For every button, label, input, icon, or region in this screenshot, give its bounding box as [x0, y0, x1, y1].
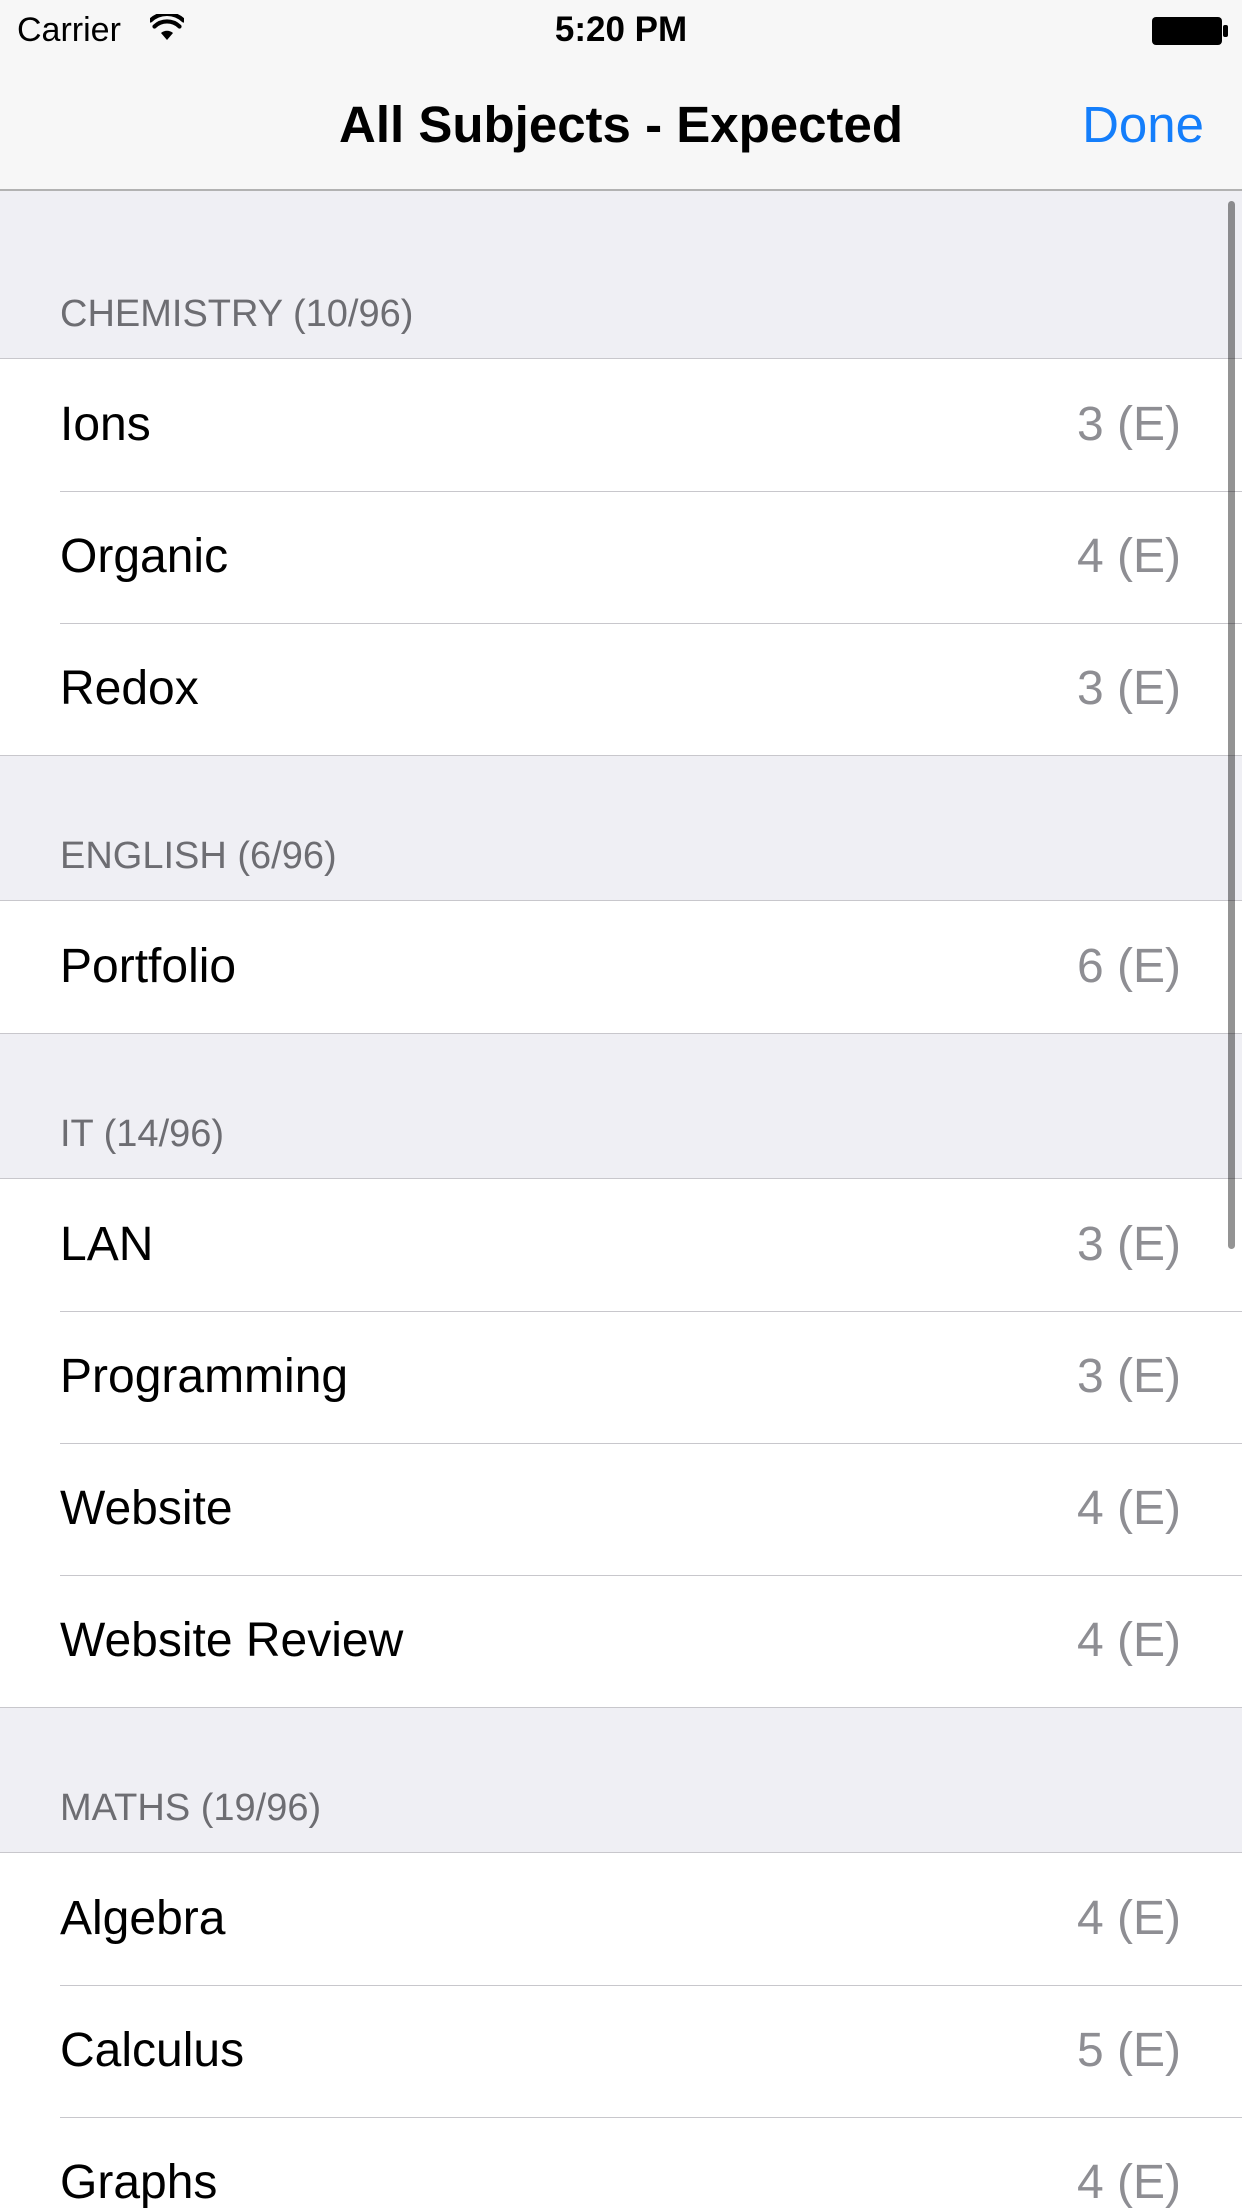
row-title: LAN [60, 1218, 154, 1271]
page-title: All Subjects - Expected [339, 96, 903, 153]
section-header-label: IT (14/96) [60, 1113, 225, 1155]
subjects-table[interactable]: CHEMISTRY (10/96) Ions 3 (E) Organic 4 (… [0, 191, 1242, 2208]
section-header-label: MATHS (19/96) [60, 1787, 322, 1829]
section-english: Portfolio 6 (E) [0, 900, 1242, 1034]
section-header-maths: MATHS (19/96) [0, 1708, 1242, 1852]
section-header-label: ENGLISH (6/96) [60, 835, 337, 877]
table-row[interactable]: Programming 3 (E) [0, 1311, 1242, 1443]
section-header-english: ENGLISH (6/96) [0, 756, 1242, 900]
row-title: Programming [60, 1350, 349, 1403]
scroll-indicator[interactable] [1228, 201, 1235, 1249]
row-title: Ions [60, 398, 151, 451]
section-maths: Algebra 4 (E) Calculus 5 (E) Graphs 4 (E… [0, 1852, 1242, 2208]
done-button[interactable]: Done [1082, 60, 1204, 190]
row-detail: 4 (E) [1076, 1482, 1181, 1535]
table-row[interactable]: Graphs 4 (E) [0, 2117, 1242, 2208]
row-detail: 4 (E) [1076, 2156, 1181, 2208]
section-it: LAN 3 (E) Programming 3 (E) Website 4 (E… [0, 1178, 1242, 1708]
row-detail: 4 (E) [1076, 530, 1181, 583]
section-header-label: CHEMISTRY (10/96) [60, 293, 414, 335]
table-row[interactable]: Website 4 (E) [0, 1443, 1242, 1575]
row-title: Algebra [60, 1892, 226, 1945]
row-title: Portfolio [60, 940, 237, 993]
row-title: Calculus [60, 2024, 245, 2077]
section-header-it: IT (14/96) [0, 1034, 1242, 1178]
section-chemistry: Ions 3 (E) Organic 4 (E) Redox 3 (E) [0, 358, 1242, 756]
table-row[interactable]: Calculus 5 (E) [0, 1985, 1242, 2117]
row-detail: 4 (E) [1076, 1614, 1181, 1667]
status-time: 5:20 PM [554, 10, 688, 49]
table-row[interactable]: LAN 3 (E) [0, 1179, 1242, 1311]
table-row[interactable]: Portfolio 6 (E) [0, 901, 1242, 1033]
table-row[interactable]: Algebra 4 (E) [0, 1853, 1242, 1985]
status-bar: Carrier 5:20 PM [0, 0, 1242, 60]
row-title: Graphs [60, 2156, 218, 2208]
row-detail: 3 (E) [1076, 1218, 1181, 1271]
row-detail: 6 (E) [1076, 940, 1181, 993]
navigation-bar: All Subjects - Expected Done [0, 60, 1242, 191]
row-title: Redox [60, 662, 199, 715]
table-row[interactable]: Ions 3 (E) [0, 359, 1242, 491]
row-detail: 4 (E) [1076, 1892, 1181, 1945]
table-row[interactable]: Organic 4 (E) [0, 491, 1242, 623]
row-detail: 3 (E) [1076, 662, 1181, 715]
row-title: Website Review [60, 1614, 404, 1667]
row-detail: 3 (E) [1076, 398, 1181, 451]
table-row[interactable]: Redox 3 (E) [0, 623, 1242, 755]
section-header-chemistry: CHEMISTRY (10/96) [0, 191, 1242, 358]
row-detail: 5 (E) [1076, 2024, 1181, 2077]
row-title: Organic [60, 530, 229, 583]
row-title: Website [60, 1482, 233, 1535]
row-detail: 3 (E) [1076, 1350, 1181, 1403]
battery-icon [1151, 16, 1229, 46]
table-row[interactable]: Website Review 4 (E) [0, 1575, 1242, 1707]
